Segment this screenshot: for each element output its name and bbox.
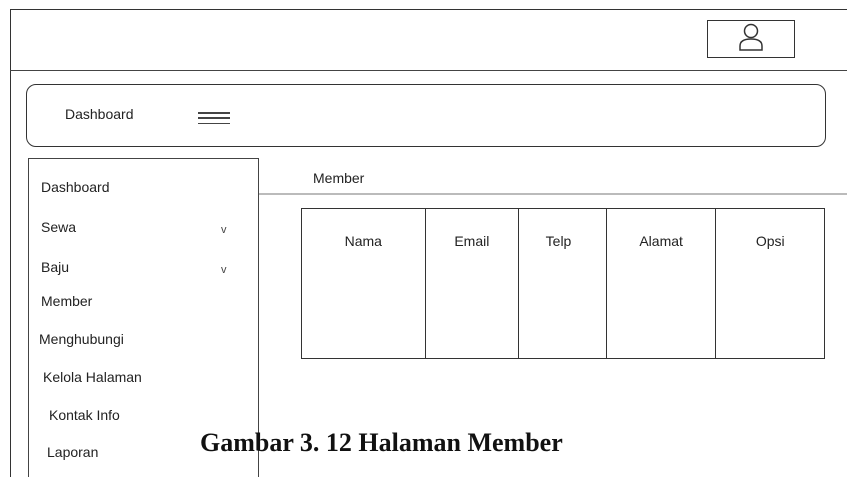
sidebar-item-kontak-info[interactable]: Kontak Info (49, 407, 120, 423)
table-column: Opsi (716, 209, 824, 358)
sidebar-item-baju[interactable]: Baju (41, 259, 69, 275)
user-icon (738, 22, 764, 57)
column-header-email: Email (454, 233, 490, 249)
column-header-opsi: Opsi (755, 233, 785, 249)
chevron-down-icon[interactable]: v (221, 264, 227, 276)
sidebar-item-member[interactable]: Member (41, 293, 92, 309)
figure-caption: Gambar 3. 12 Halaman Member (200, 428, 563, 457)
chevron-down-icon[interactable]: v (221, 224, 227, 236)
sidebar-item-kelola-halaman[interactable]: Kelola Halaman (43, 369, 142, 385)
page-title-divider (259, 193, 847, 195)
table-column: Email (426, 209, 520, 358)
top-navbar: Dashboard (26, 84, 826, 147)
sidebar-item-laporan[interactable]: Laporan (47, 444, 98, 460)
member-table: Nama Email Telp Alamat Opsi (301, 208, 825, 359)
page-title: Member (313, 170, 365, 186)
sidebar-item-menghubungi[interactable]: Menghubungi (39, 331, 124, 347)
sidebar-item-dashboard[interactable]: Dashboard (41, 179, 110, 195)
column-header-alamat: Alamat (639, 233, 683, 249)
hamburger-icon[interactable] (198, 112, 230, 124)
header-divider (10, 70, 847, 71)
column-header-nama: Nama (344, 233, 382, 249)
column-header-telp: Telp (545, 233, 572, 249)
navbar-title: Dashboard (65, 106, 134, 122)
user-profile-button[interactable] (707, 20, 795, 58)
table-column: Alamat (607, 209, 717, 358)
table-column: Telp (519, 209, 607, 358)
table-column: Nama (302, 209, 426, 358)
sidebar-item-sewa[interactable]: Sewa (41, 219, 76, 235)
